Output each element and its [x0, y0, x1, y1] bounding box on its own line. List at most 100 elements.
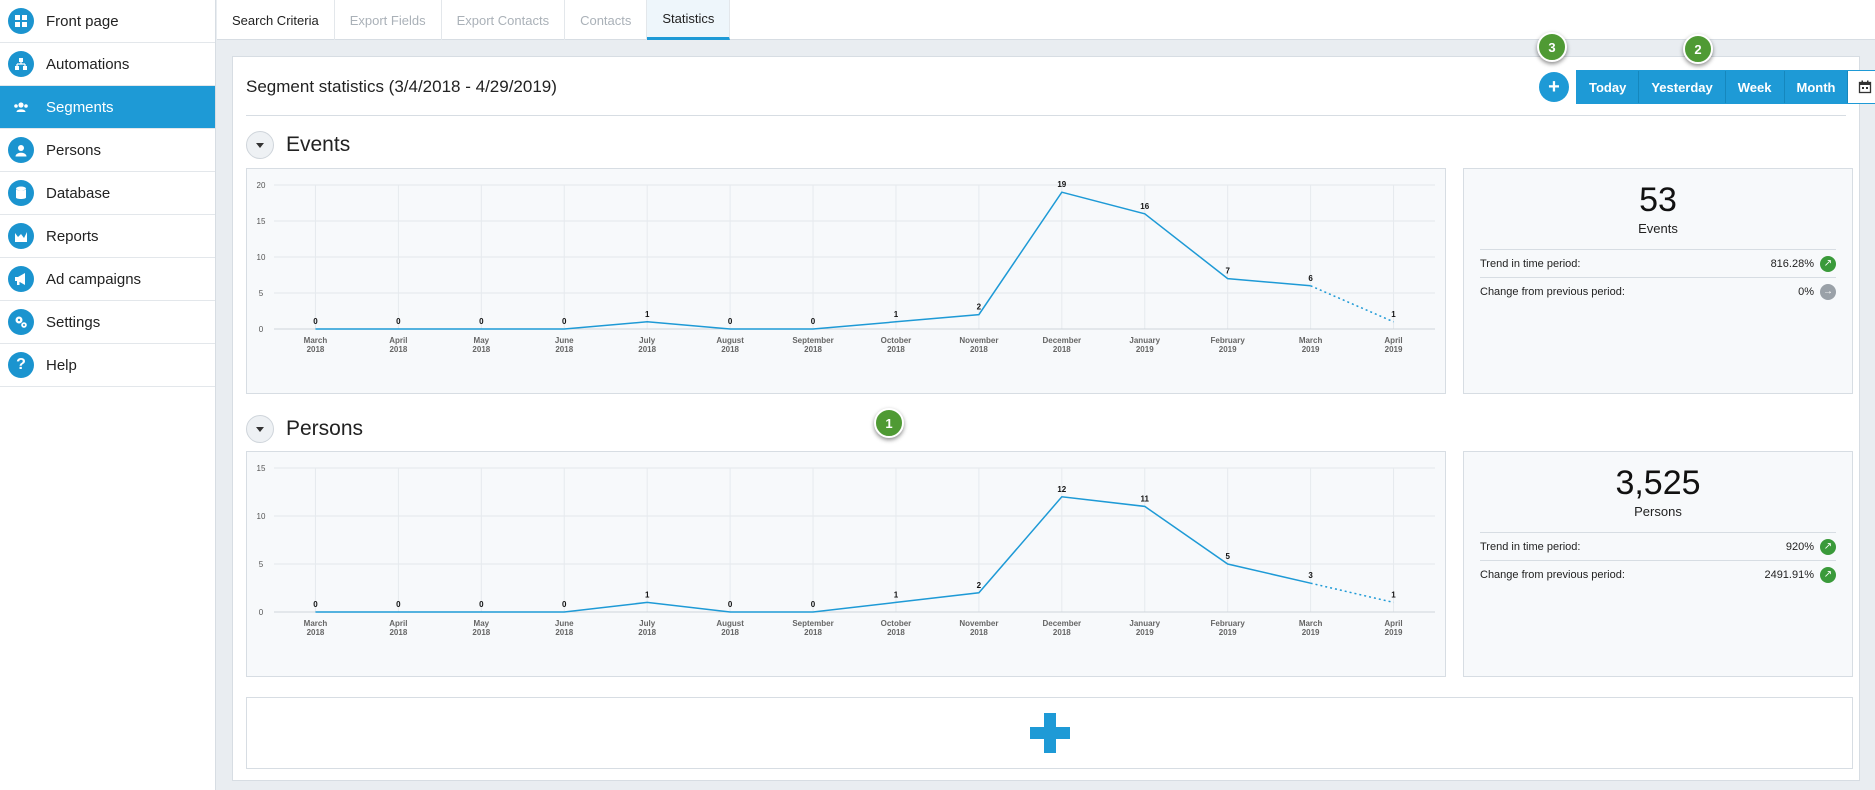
sidebar-item-label: Segments	[46, 98, 114, 116]
x-tick-label: August	[716, 619, 744, 628]
sidebar-item-front-page[interactable]: Front page	[0, 0, 215, 43]
data-label: 0	[728, 600, 733, 609]
sidebar-item-ad-campaigns[interactable]: Ad campaigns	[0, 258, 215, 301]
data-label: 0	[728, 317, 733, 326]
events-section-header: Events	[246, 129, 350, 161]
events-chart: 0 5 10 15 20 March 2018 April 2018 May 2018 June 201…	[246, 168, 1446, 394]
chart-icon	[8, 223, 34, 249]
y-tick-label: 15	[257, 464, 266, 473]
org-chart-icon	[8, 51, 34, 77]
persons-change-row: Change from previous period: 2491.91% ↗	[1480, 560, 1836, 588]
x-tick-label: January	[1129, 619, 1160, 628]
events-chart-svg: 05101520March2018April2018May2018June201…	[257, 180, 1435, 354]
database-icon	[8, 180, 34, 206]
events-change-row: Change from previous period: 0% →	[1480, 277, 1836, 305]
data-label: 0	[811, 317, 816, 326]
x-tick-label: 2018	[804, 628, 822, 637]
change-label: Change from previous period:	[1480, 568, 1625, 581]
trend-label: Trend in time period:	[1480, 540, 1581, 553]
y-tick-label: 5	[259, 289, 264, 298]
x-tick-label: March	[1299, 336, 1323, 345]
sidebar-item-automations[interactable]: Automations	[0, 43, 215, 86]
sidebar: Front page Automations Segments Persons …	[0, 0, 216, 790]
persons-chart: 0 5 10 15 March 2018 April 2018 May 2018 June 2018 J…	[246, 451, 1446, 677]
persons-section-header: Persons	[246, 413, 363, 445]
y-tick-label: 0	[259, 325, 264, 334]
week-button[interactable]: Week	[1725, 71, 1785, 103]
sidebar-item-help[interactable]: ? Help	[0, 344, 215, 387]
data-label: 2	[977, 581, 982, 590]
sidebar-item-persons[interactable]: Persons	[0, 129, 215, 172]
x-tick-label: February	[1211, 336, 1246, 345]
calendar-button[interactable]	[1848, 71, 1875, 103]
x-tick-label: January	[1129, 336, 1160, 345]
sidebar-item-reports[interactable]: Reports	[0, 215, 215, 258]
tab-contacts[interactable]: Contacts	[565, 0, 648, 40]
sidebar-item-segments[interactable]: Segments	[0, 86, 215, 129]
events-total-value: 53	[1639, 181, 1677, 219]
events-title: Events	[286, 133, 351, 156]
plus-icon: +	[1548, 75, 1560, 98]
x-tick-label: September	[792, 336, 833, 345]
data-label: 11	[1141, 494, 1150, 503]
tab-statistics[interactable]: Statistics	[647, 0, 731, 40]
data-label: 0	[396, 317, 401, 326]
tab-search-criteria[interactable]: Search Criteria	[217, 0, 335, 40]
x-tick-label: December	[1042, 619, 1081, 628]
yesterday-button[interactable]: Yesterday	[1639, 71, 1726, 103]
persons-title: Persons	[286, 417, 364, 440]
x-tick-label: 2019	[1385, 628, 1403, 637]
page-title: Segment statistics (3/4/2018 - 4/29/2019…	[246, 77, 557, 96]
data-label: 6	[1308, 274, 1313, 283]
y-tick-label: 10	[257, 512, 266, 521]
x-tick-label: June	[555, 619, 574, 628]
tab-export-fields[interactable]: Export Fields	[335, 0, 442, 40]
trend-label: Trend in time period:	[1480, 257, 1581, 270]
x-tick-label: 2018	[555, 628, 573, 637]
x-tick-label: 2019	[1219, 345, 1237, 354]
x-tick-label: April	[1384, 336, 1402, 345]
x-tick-label: 2018	[804, 345, 822, 354]
trend-value: 920%	[1785, 540, 1814, 553]
sidebar-item-label: Front page	[46, 12, 119, 30]
y-tick-label: 0	[259, 608, 264, 617]
y-tick-label: 15	[257, 217, 266, 226]
data-label: 0	[562, 600, 567, 609]
caret-down-icon	[256, 426, 264, 432]
events-collapse-toggle[interactable]	[246, 131, 274, 159]
x-tick-label: May	[474, 336, 490, 345]
x-tick-label: March	[304, 619, 328, 628]
sidebar-item-database[interactable]: Database	[0, 172, 215, 215]
question-icon: ?	[8, 352, 34, 378]
x-tick-label: July	[639, 619, 656, 628]
data-label: 19	[1057, 180, 1066, 189]
add-button[interactable]: +	[1539, 72, 1569, 102]
x-tick-label: 2019	[1136, 628, 1154, 637]
x-tick-label: 2018	[1053, 345, 1071, 354]
data-label: 16	[1140, 202, 1149, 211]
x-tick-label: 2018	[389, 345, 407, 354]
persons-trend-row: Trend in time period: 920% ↗	[1480, 532, 1836, 560]
tab-export-contacts[interactable]: Export Contacts	[442, 0, 566, 40]
x-tick-label: April	[389, 336, 407, 345]
x-tick-label: 2019	[1219, 628, 1237, 637]
add-widget-area[interactable]	[246, 697, 1853, 769]
data-label: 0	[396, 600, 401, 609]
data-label: 1	[645, 310, 650, 319]
month-button[interactable]: Month	[1784, 71, 1849, 103]
today-button[interactable]: Today	[1577, 71, 1640, 103]
x-tick-label: 2019	[1385, 345, 1403, 354]
persons-collapse-toggle[interactable]	[246, 415, 274, 443]
sidebar-item-label: Persons	[46, 141, 102, 159]
data-label: 3	[1308, 571, 1313, 580]
sidebar-item-settings[interactable]: Settings	[0, 301, 215, 344]
sidebar-item-label: Database	[46, 184, 111, 202]
x-tick-label: 2018	[472, 345, 490, 354]
events-trend-row: Trend in time period: 816.28% ↗	[1480, 249, 1836, 277]
x-tick-label: 2019	[1136, 345, 1154, 354]
events-stats-card: 53 Events Trend in time period: 816.28% ↗…	[1463, 168, 1853, 394]
app-root: Front page Automations Segments Persons …	[0, 0, 1875, 790]
calendar-icon	[1859, 80, 1872, 94]
data-label: 7	[1225, 267, 1230, 276]
gears-icon	[8, 309, 34, 335]
